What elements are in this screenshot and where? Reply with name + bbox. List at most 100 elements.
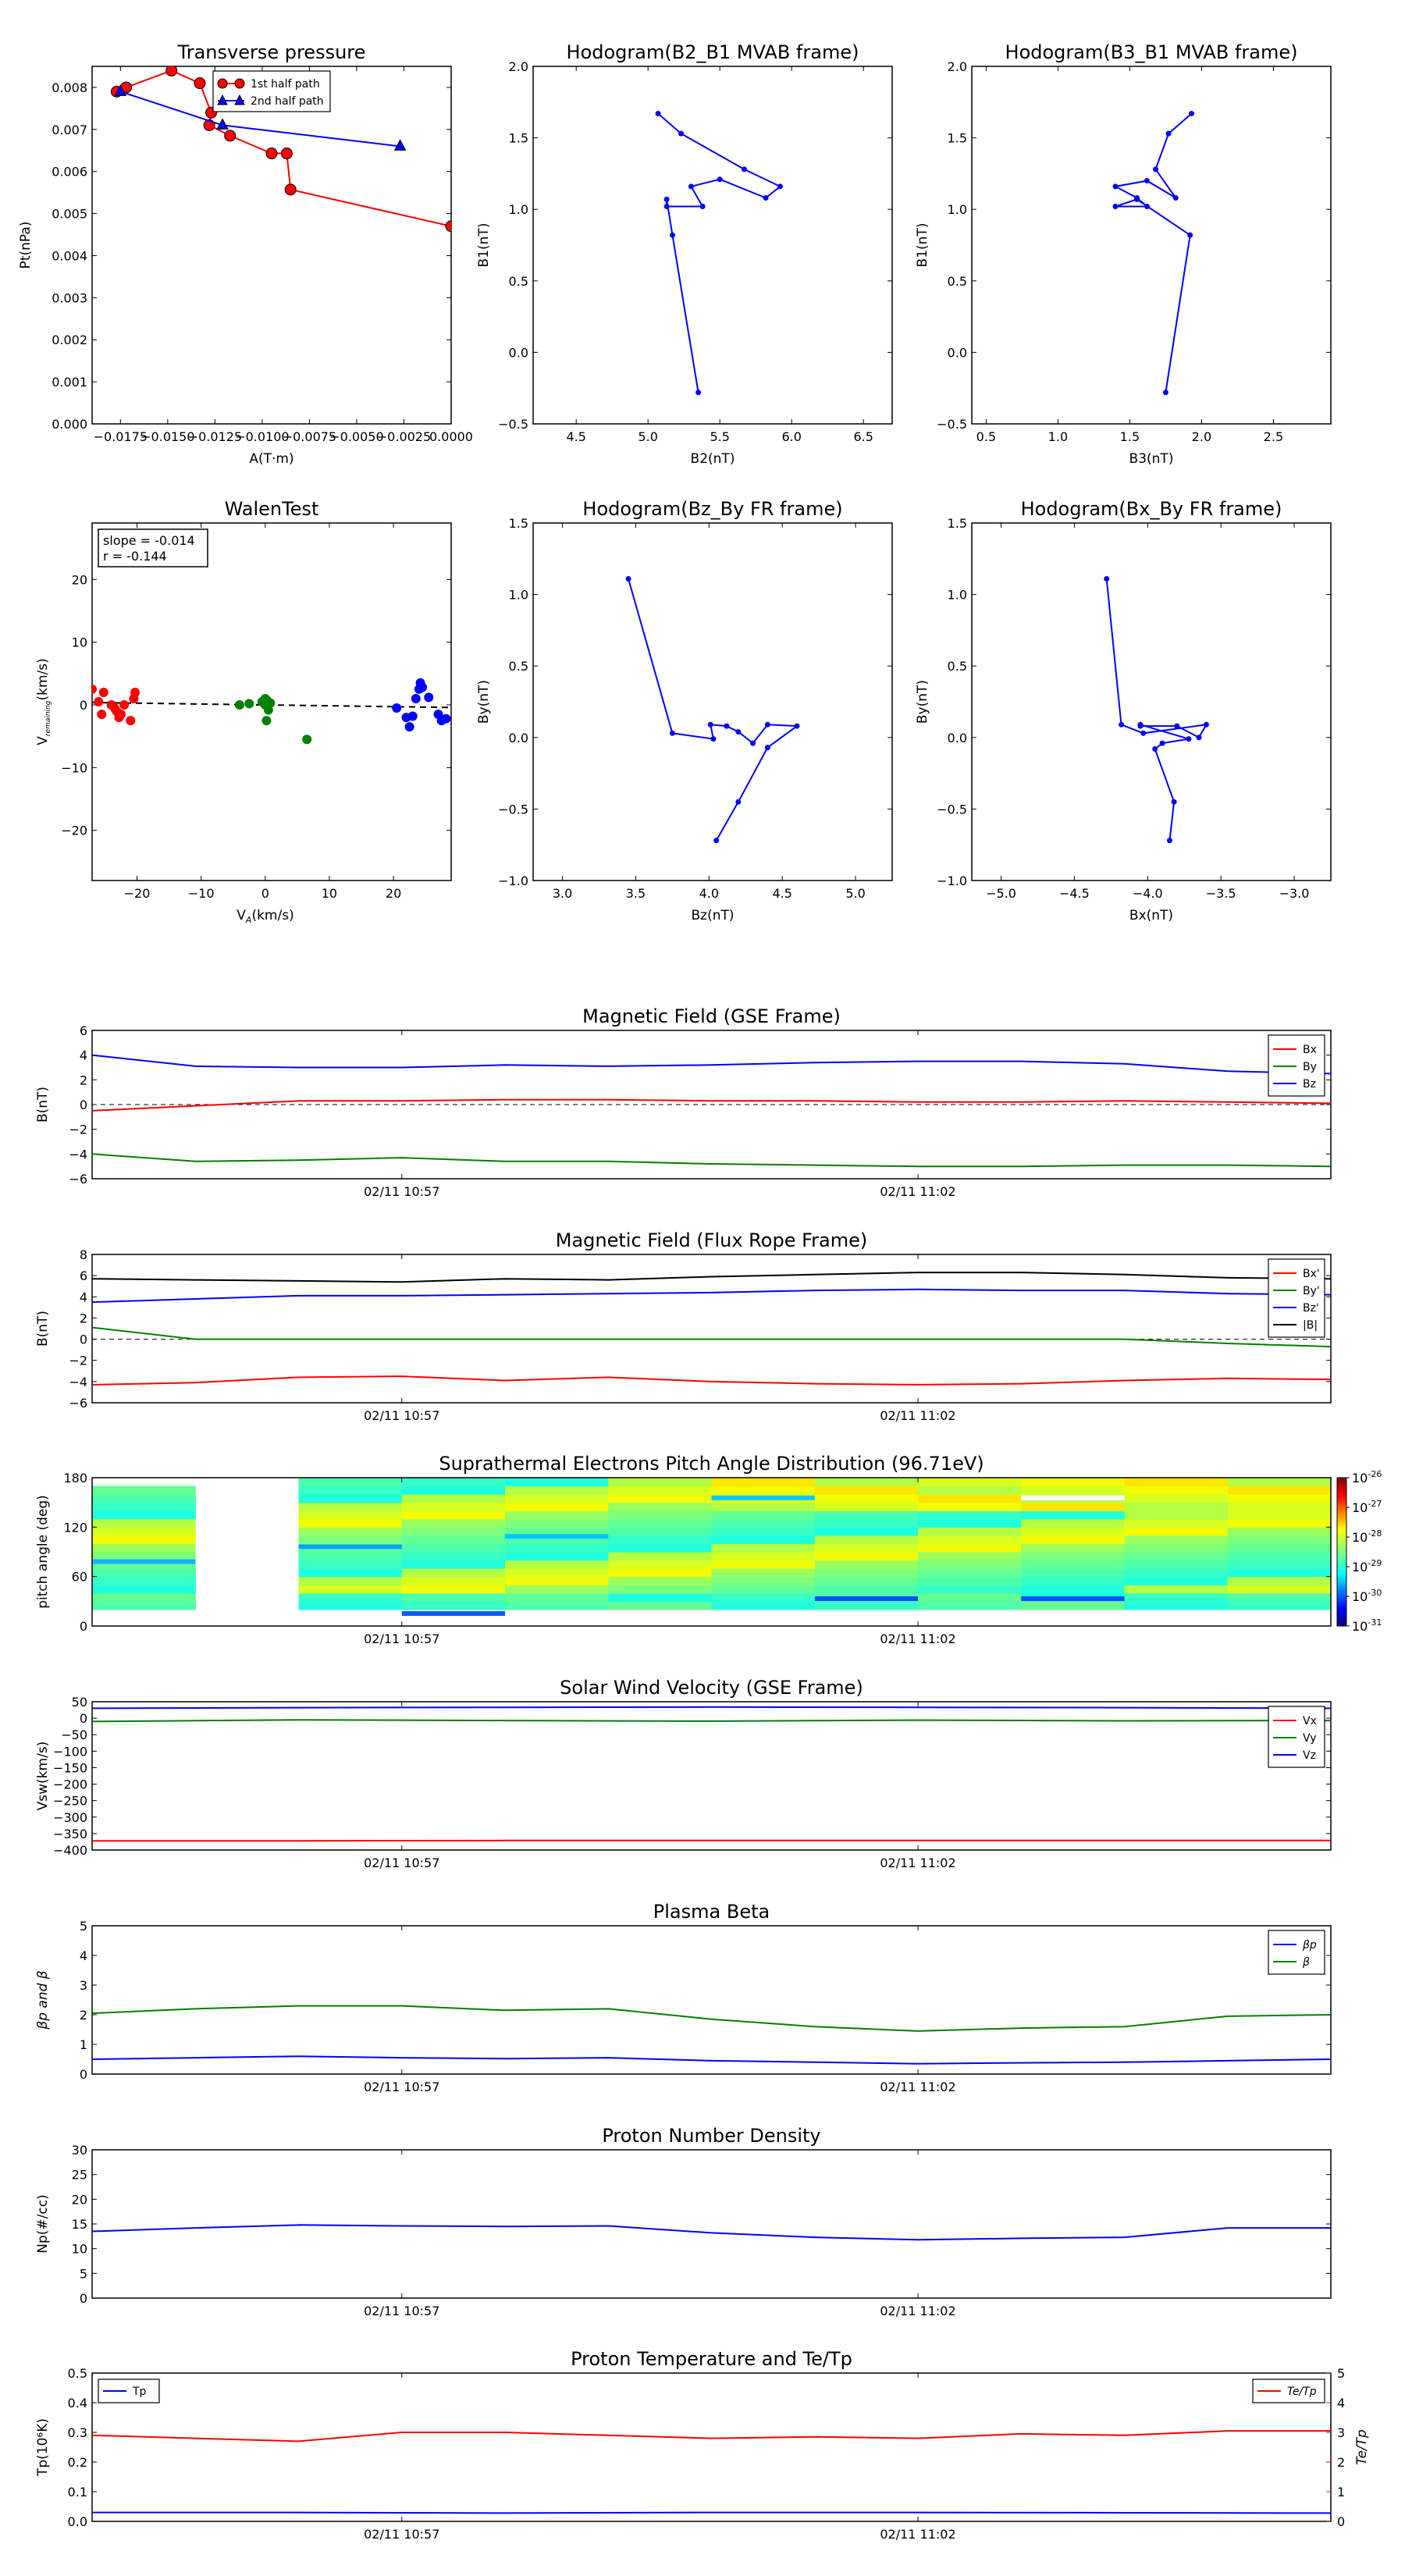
heatmap-cell	[505, 1502, 609, 1511]
data-point	[1186, 736, 1192, 742]
chart-t5: Plasma Beta 0 1 2 3 4 5 02/11 10:57 02/11 11:02 β…	[35, 1901, 1332, 2094]
axes-frame	[91, 1925, 1332, 2075]
series-line	[92, 1272, 1331, 1283]
legend-label: |B|	[1303, 1319, 1318, 1332]
data-point	[1196, 735, 1202, 741]
figure-canvas: Transverse pressure0.0000.0010.0020.0030…	[18, 41, 1382, 2542]
axes-frame	[91, 1701, 1332, 1851]
heatmap-cell	[505, 1478, 609, 1487]
heatmap-cell	[92, 1585, 196, 1594]
heatmap-cell	[401, 1543, 506, 1553]
y-axis-label: Np(#/cc)	[35, 2194, 51, 2253]
data-point	[750, 740, 756, 746]
heatmap-streak	[401, 1611, 506, 1616]
chart-t4: Solar Wind Velocity (GSE Frame) 500−50 −10…	[35, 1677, 1332, 1870]
series-line	[92, 2511, 1331, 2514]
colorbar-exponent: -31	[1368, 1617, 1382, 1628]
y-tick-label: −4	[69, 1147, 87, 1162]
y-tick-label: −0.5	[937, 802, 967, 817]
x-tick-label: 4.0	[699, 886, 719, 901]
y-tick-label: −4	[69, 1375, 87, 1389]
data-point	[763, 195, 769, 201]
y-tick-label: 10	[72, 2242, 87, 2257]
x-tick-label: 0	[261, 886, 269, 901]
data-point	[445, 220, 451, 233]
legend-marker	[217, 78, 228, 89]
colorbar-exponent: -28	[1368, 1528, 1382, 1539]
series-line	[92, 2055, 1331, 2065]
heatmap-cell	[814, 1478, 919, 1487]
y-tick-label: 0.008	[52, 80, 87, 95]
x-axis-label: A(T·m)	[249, 451, 293, 467]
heatmap-cell	[1021, 1576, 1126, 1585]
x-tick-label: 02/11 10:57	[364, 2527, 439, 2542]
legend-label: By	[1303, 1061, 1317, 1073]
heatmap-cell	[918, 1478, 1022, 1487]
y-tick-label: 0.3	[68, 2425, 87, 2440]
data-point	[794, 723, 800, 729]
heatmap-cell	[1021, 1527, 1126, 1536]
x-tick-label: 02/11 10:57	[364, 1408, 439, 1423]
heatmap-cell	[1124, 1535, 1229, 1545]
y-tick-label: −50	[61, 1727, 87, 1742]
legend-label: Bx'	[1303, 1268, 1320, 1280]
colorbar-tick-label: 10-30	[1352, 1588, 1382, 1604]
heatmap-streak	[505, 1534, 609, 1539]
y-tick-label: 0	[80, 1711, 87, 1726]
x-axis-label: B3(nT)	[1129, 451, 1174, 467]
data-point	[1152, 745, 1158, 752]
data-point	[777, 183, 783, 190]
x-tick-label: −5.0	[986, 886, 1016, 901]
x-tick-label: 10	[322, 886, 337, 901]
legend-label: Vx	[1303, 1715, 1317, 1727]
series-group	[92, 1272, 1331, 1386]
heatmap-cell	[711, 1585, 816, 1594]
colorbar-tick-label: 10-27	[1352, 1499, 1382, 1515]
series-group	[655, 110, 783, 396]
colorbar-tick-label: 10-31	[1352, 1617, 1382, 1634]
heatmap-cell	[92, 1502, 196, 1511]
heatmap-cell	[711, 1552, 816, 1561]
y-tick-label: 0.000	[52, 417, 87, 432]
data-point	[1144, 178, 1150, 184]
data-point	[625, 575, 631, 582]
heatmap-cell	[608, 1585, 713, 1594]
data-point	[688, 183, 694, 190]
heatmap-cell	[1227, 1478, 1332, 1487]
heatmap-cell	[92, 1601, 196, 1610]
heatmap-cell	[711, 1592, 816, 1602]
heatmap-cell	[401, 1478, 506, 1487]
scatter-point	[404, 722, 414, 732]
heatmap-cell	[505, 1543, 609, 1553]
chart-p1: Transverse pressure 0.000 0.001 0.002 0.003 0…	[18, 41, 473, 467]
data-point	[1104, 575, 1110, 582]
heatmap-cell	[401, 1601, 506, 1610]
y-tick-label: 0	[80, 698, 87, 713]
heatmap-cell	[1124, 1585, 1229, 1594]
data-point	[695, 390, 702, 396]
data-point	[764, 721, 770, 728]
y-tick-label: 120	[63, 1520, 87, 1535]
heatmap-cell	[814, 1601, 919, 1610]
x-tick-label: 0.5	[976, 429, 996, 444]
heatmap-cell	[1227, 1560, 1332, 1569]
heatmap-streak	[298, 1544, 402, 1550]
heatmap-cell	[505, 1568, 609, 1578]
heatmap-cell	[298, 1494, 403, 1503]
x-tick-label: 2.5	[1264, 429, 1283, 444]
legend-label: β	[1302, 1956, 1310, 1969]
y-tick-label: 60	[72, 1570, 87, 1585]
y-tick-label: 0.001	[52, 375, 87, 390]
x-axis-label: VA(km/s)	[237, 908, 293, 925]
x-tick-label: 6.0	[781, 429, 801, 444]
axes-frame	[971, 66, 1332, 425]
chart-t6: Proton Number Density 0 5 10 15 20 25 30 02/11 1…	[35, 2125, 1332, 2318]
y-tick-label: 5	[80, 2266, 87, 2281]
heatmap-cell	[92, 1518, 196, 1528]
chart-title: Hodogram(Bx_By FR frame)	[1021, 498, 1282, 520]
y-tick-label: 0.0	[948, 731, 967, 745]
y-tick-label: 0.4	[68, 2396, 87, 2411]
x-tick-label: 6.5	[853, 429, 873, 444]
data-point	[717, 176, 723, 183]
data-point	[1189, 110, 1195, 116]
